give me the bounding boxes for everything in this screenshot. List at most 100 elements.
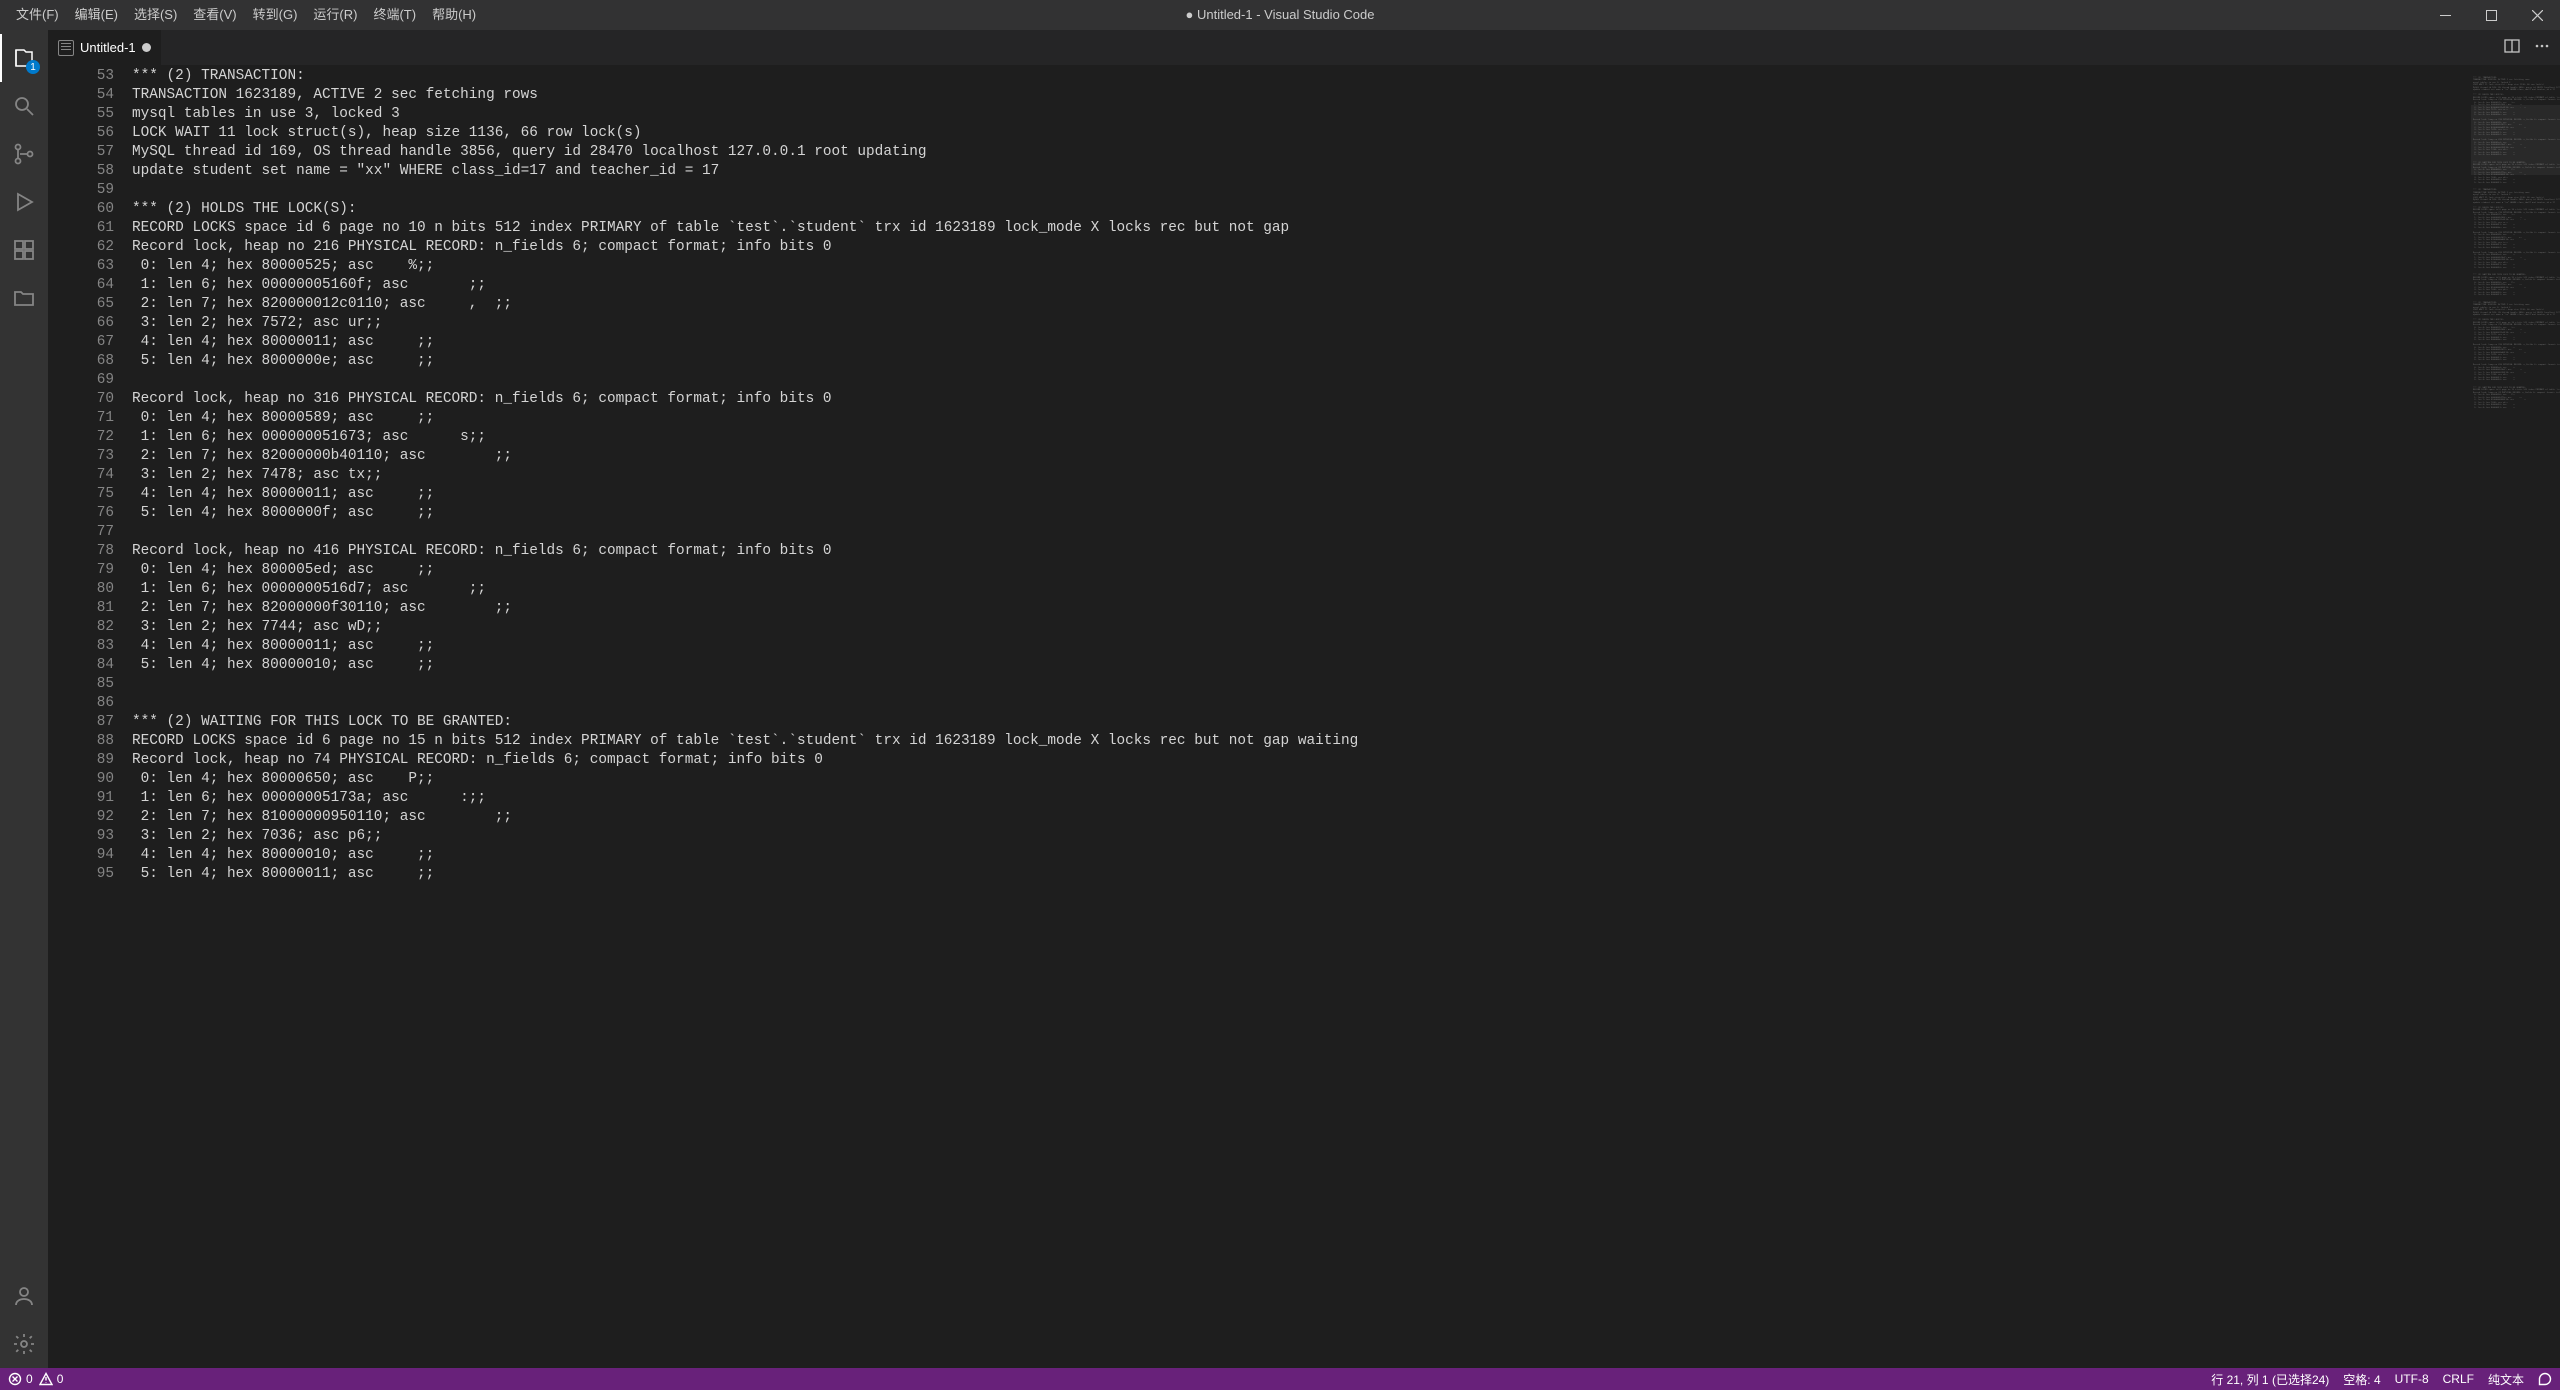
code-line[interactable]: 1: len 6; hex 00000005160f; asc ;;: [132, 276, 2470, 295]
code-line[interactable]: 4: len 4; hex 80000011; asc ;;: [132, 333, 2470, 352]
settings-icon[interactable]: [0, 1320, 48, 1368]
line-number: 86: [48, 694, 114, 713]
code-line[interactable]: 3: len 2; hex 7478; asc tx;;: [132, 466, 2470, 485]
code-line[interactable]: 4: len 4; hex 80000011; asc ;;: [132, 637, 2470, 656]
minimap[interactable]: *** (2) TRANSACTION: TRANSACTION 1623189…: [2470, 65, 2560, 1368]
code-line[interactable]: Record lock, heap no 216 PHYSICAL RECORD…: [132, 238, 2470, 257]
close-button[interactable]: [2514, 0, 2560, 30]
menu-item-6[interactable]: 终端(T): [365, 0, 424, 30]
line-number: 74: [48, 466, 114, 485]
status-feedback-icon[interactable]: [2538, 1372, 2552, 1386]
line-number: 75: [48, 485, 114, 504]
status-indentation[interactable]: 空格: 4: [2343, 1371, 2380, 1388]
menu-item-5[interactable]: 运行(R): [305, 0, 365, 30]
dirty-indicator-icon: [142, 43, 151, 52]
menu-item-3[interactable]: 查看(V): [185, 0, 244, 30]
menu-item-7[interactable]: 帮助(H): [424, 0, 484, 30]
code-line[interactable]: [132, 675, 2470, 694]
code-line[interactable]: Record lock, heap no 416 PHYSICAL RECORD…: [132, 542, 2470, 561]
workbench-body: 1: [0, 30, 2560, 1368]
code-line[interactable]: 3: len 2; hex 7036; asc p6;;: [132, 827, 2470, 846]
status-warnings[interactable]: 0: [39, 1372, 64, 1386]
code-line[interactable]: Record lock, heap no 316 PHYSICAL RECORD…: [132, 390, 2470, 409]
status-errors[interactable]: 0: [8, 1372, 33, 1386]
explorer-icon[interactable]: 1: [0, 34, 48, 82]
code-line[interactable]: [132, 694, 2470, 713]
extensions-icon[interactable]: [0, 226, 48, 274]
code-line[interactable]: 5: len 4; hex 80000011; asc ;;: [132, 865, 2470, 884]
code-line[interactable]: RECORD LOCKS space id 6 page no 15 n bit…: [132, 732, 2470, 751]
code-content[interactable]: *** (2) TRANSACTION:TRANSACTION 1623189,…: [132, 67, 2470, 1368]
line-number: 72: [48, 428, 114, 447]
status-cursor-position[interactable]: 行 21, 列 1 (已选择24): [2211, 1371, 2329, 1388]
code-line[interactable]: RECORD LOCKS space id 6 page no 10 n bit…: [132, 219, 2470, 238]
search-icon[interactable]: [0, 82, 48, 130]
code-line[interactable]: [132, 523, 2470, 542]
code-line[interactable]: 2: len 7; hex 82000000b40110; asc ;;: [132, 447, 2470, 466]
code-line[interactable]: 4: len 4; hex 80000011; asc ;;: [132, 485, 2470, 504]
line-number: 95: [48, 865, 114, 884]
code-line[interactable]: 3: len 2; hex 7572; asc ur;;: [132, 314, 2470, 333]
status-encoding[interactable]: UTF-8: [2395, 1372, 2429, 1386]
code-line[interactable]: Record lock, heap no 74 PHYSICAL RECORD:…: [132, 751, 2470, 770]
status-language-mode[interactable]: 纯文本: [2488, 1371, 2524, 1388]
code-line[interactable]: 5: len 4; hex 8000000f; asc ;;: [132, 504, 2470, 523]
code-line[interactable]: 5: len 4; hex 80000010; asc ;;: [132, 656, 2470, 675]
line-number: 87: [48, 713, 114, 732]
code-line[interactable]: mysql tables in use 3, locked 3: [132, 105, 2470, 124]
code-line[interactable]: 2: len 7; hex 81000000950110; asc ;;: [132, 808, 2470, 827]
menu-item-1[interactable]: 编辑(E): [67, 0, 126, 30]
line-number: 83: [48, 637, 114, 656]
maximize-button[interactable]: [2468, 0, 2514, 30]
code-line[interactable]: LOCK WAIT 11 lock struct(s), heap size 1…: [132, 124, 2470, 143]
account-icon[interactable]: [0, 1272, 48, 1320]
more-actions-icon[interactable]: [2534, 38, 2550, 57]
run-debug-icon[interactable]: [0, 178, 48, 226]
line-number: 79: [48, 561, 114, 580]
code-line[interactable]: 1: len 6; hex 0000000516d7; asc ;;: [132, 580, 2470, 599]
line-number: 54: [48, 86, 114, 105]
code-line[interactable]: TRANSACTION 1623189, ACTIVE 2 sec fetchi…: [132, 86, 2470, 105]
code-line[interactable]: MySQL thread id 169, OS thread handle 38…: [132, 143, 2470, 162]
minimize-button[interactable]: [2422, 0, 2468, 30]
code-line[interactable]: 0: len 4; hex 800005ed; asc ;;: [132, 561, 2470, 580]
line-number: 93: [48, 827, 114, 846]
code-line[interactable]: *** (2) TRANSACTION:: [132, 67, 2470, 86]
code-line[interactable]: [132, 181, 2470, 200]
code-line[interactable]: 5: len 4; hex 8000000e; asc ;;: [132, 352, 2470, 371]
code-line[interactable]: 3: len 2; hex 7744; asc wD;;: [132, 618, 2470, 637]
folder-icon[interactable]: [0, 274, 48, 322]
tab-untitled-1[interactable]: Untitled-1: [48, 30, 162, 65]
code-line[interactable]: update student set name = "xx" WHERE cla…: [132, 162, 2470, 181]
code-line[interactable]: 1: len 6; hex 00000005173a; asc :;;: [132, 789, 2470, 808]
line-number: 56: [48, 124, 114, 143]
status-eol[interactable]: CRLF: [2443, 1372, 2474, 1386]
code-line[interactable]: 0: len 4; hex 80000525; asc %;;: [132, 257, 2470, 276]
text-editor[interactable]: 5354555657585960616263646566676869707172…: [48, 65, 2470, 1368]
line-number: 71: [48, 409, 114, 428]
line-number: 88: [48, 732, 114, 751]
line-number: 66: [48, 314, 114, 333]
line-number: 61: [48, 219, 114, 238]
code-line[interactable]: 2: len 7; hex 82000000f30110; asc ;;: [132, 599, 2470, 618]
code-line[interactable]: *** (2) WAITING FOR THIS LOCK TO BE GRAN…: [132, 713, 2470, 732]
split-editor-icon[interactable]: [2504, 38, 2520, 57]
minimap-viewport[interactable]: [2471, 105, 2560, 175]
code-line[interactable]: 1: len 6; hex 000000051673; asc s;;: [132, 428, 2470, 447]
code-line[interactable]: 4: len 4; hex 80000010; asc ;;: [132, 846, 2470, 865]
line-number: 80: [48, 580, 114, 599]
line-number: 85: [48, 675, 114, 694]
menu-item-2[interactable]: 选择(S): [126, 0, 185, 30]
source-control-icon[interactable]: [0, 130, 48, 178]
menu-item-4[interactable]: 转到(G): [245, 0, 306, 30]
code-line[interactable]: 0: len 4; hex 80000589; asc ;;: [132, 409, 2470, 428]
line-number: 76: [48, 504, 114, 523]
code-line[interactable]: *** (2) HOLDS THE LOCK(S):: [132, 200, 2470, 219]
code-line[interactable]: 2: len 7; hex 820000012c0110; asc , ;;: [132, 295, 2470, 314]
menu-bar: 文件(F)编辑(E)选择(S)查看(V)转到(G)运行(R)终端(T)帮助(H): [0, 0, 484, 30]
editor-actions: [2494, 30, 2560, 65]
line-number: 53: [48, 67, 114, 86]
code-line[interactable]: 0: len 4; hex 80000650; asc P;;: [132, 770, 2470, 789]
code-line[interactable]: [132, 371, 2470, 390]
menu-item-0[interactable]: 文件(F): [8, 0, 67, 30]
